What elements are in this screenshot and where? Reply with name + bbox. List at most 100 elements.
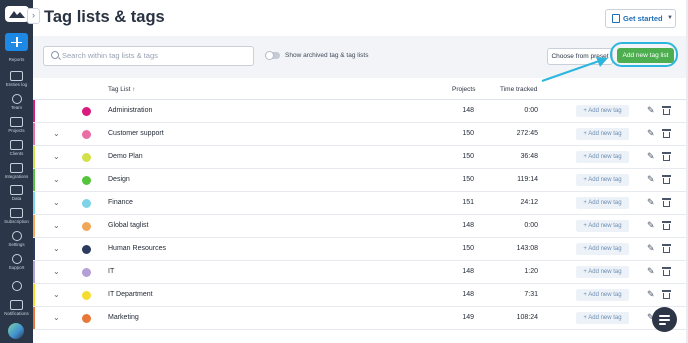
column-header-tag-list[interactable]: Tag List ↑ — [108, 86, 135, 93]
pencil-icon[interactable]: ✎ — [647, 220, 655, 231]
chat-icon-line — [659, 315, 670, 317]
sidebar-item-label: Subscription — [4, 219, 29, 224]
archive-icon[interactable] — [662, 129, 671, 138]
projects-count: 148 — [462, 291, 474, 298]
archive-icon[interactable] — [662, 221, 671, 230]
add-new-tag-button[interactable]: + Add new tag — [576, 312, 629, 324]
pencil-icon[interactable]: ✎ — [647, 197, 655, 208]
tag-color-dot[interactable] — [82, 176, 91, 185]
sidebar-item-settings[interactable]: Settings — [0, 231, 33, 247]
get-started-button[interactable]: Get started ▼ — [605, 9, 676, 28]
add-new-button[interactable] — [5, 33, 28, 51]
tag-list-name[interactable]: Global taglist — [108, 222, 148, 229]
sidebar-item-clients[interactable]: Clients — [0, 140, 33, 156]
table-row[interactable]: ⌄ Finance 151 24:12 + Add new tag ✎ — [33, 192, 688, 215]
table-row[interactable]: ⌄ Global taglist 148 0:00 + Add new tag ✎ — [33, 215, 688, 238]
table-row[interactable]: Administration 148 0:00 + Add new tag ✎ — [33, 100, 688, 123]
chevron-down-icon[interactable]: ⌄ — [53, 221, 60, 230]
table-row[interactable]: ⌄ IT 148 1:20 + Add new tag ✎ — [33, 261, 688, 284]
chevron-down-icon[interactable]: ⌄ — [53, 244, 60, 253]
table-row[interactable]: ⌄ IT Department 148 7:31 + Add new tag ✎ — [33, 284, 688, 307]
add-new-tag-button[interactable]: + Add new tag — [576, 243, 629, 255]
sidebar-item-integrations[interactable]: Integrations — [0, 163, 33, 179]
archive-icon[interactable] — [662, 175, 671, 184]
tag-color-dot[interactable] — [82, 130, 91, 139]
chat-icon-line — [659, 323, 666, 325]
pencil-icon[interactable]: ✎ — [647, 289, 655, 300]
pencil-icon[interactable]: ✎ — [647, 105, 655, 116]
sidebar: Reports Entries log Team Projects Client… — [0, 0, 33, 343]
archive-icon[interactable] — [662, 152, 671, 161]
chat-button[interactable] — [652, 307, 677, 332]
add-new-tag-button[interactable]: + Add new tag — [576, 174, 629, 186]
add-new-tag-button[interactable]: + Add new tag — [576, 151, 629, 163]
add-new-tag-button[interactable]: + Add new tag — [576, 128, 629, 140]
row-color-stripe — [33, 192, 35, 214]
tag-color-dot[interactable] — [82, 222, 91, 231]
tag-color-dot[interactable] — [82, 245, 91, 254]
search-input[interactable] — [62, 48, 247, 63]
tag-color-dot[interactable] — [82, 268, 91, 277]
tag-list-name[interactable]: Administration — [108, 107, 152, 114]
archive-icon[interactable] — [662, 290, 671, 299]
tag-list-name[interactable]: IT — [108, 268, 114, 275]
collapse-sidebar-button[interactable]: › — [27, 8, 40, 24]
sidebar-item-label: Reports — [8, 57, 25, 62]
chevron-down-icon[interactable]: ⌄ — [53, 152, 60, 161]
archive-icon[interactable] — [662, 198, 671, 207]
archive-icon[interactable] — [662, 267, 671, 276]
add-new-tag-button[interactable]: + Add new tag — [576, 197, 629, 209]
table-row[interactable]: ⌄ Demo Plan 150 36:48 + Add new tag ✎ — [33, 146, 688, 169]
sidebar-item-subscription[interactable]: Subscription — [0, 208, 33, 224]
chevron-down-icon[interactable]: ⌄ — [53, 267, 60, 276]
archive-icon[interactable] — [662, 106, 671, 115]
chevron-down-icon[interactable]: ⌄ — [53, 129, 60, 138]
tag-list-name[interactable]: Human Resources — [108, 245, 166, 252]
chevron-down-icon[interactable]: ⌄ — [53, 290, 60, 299]
sliders-icon — [10, 185, 23, 195]
tag-color-dot[interactable] — [82, 153, 91, 162]
sidebar-item-reports[interactable]: Reports — [0, 54, 33, 62]
table-row[interactable]: ⌄ Marketing 149 108:24 + Add new tag ✎ — [33, 307, 688, 330]
sidebar-item-support[interactable]: Support — [0, 254, 33, 270]
tag-list-name[interactable]: Customer support — [108, 130, 164, 137]
table-row[interactable]: ⌄ Design 150 119:14 + Add new tag ✎ — [33, 169, 688, 192]
tag-list-name[interactable]: Demo Plan — [108, 153, 143, 160]
tag-color-dot[interactable] — [82, 107, 91, 116]
tag-color-dot[interactable] — [82, 314, 91, 323]
tag-color-dot[interactable] — [82, 199, 91, 208]
archived-toggle[interactable] — [265, 51, 280, 60]
pencil-icon[interactable]: ✎ — [647, 243, 655, 254]
page-title: Tag lists & tags — [44, 8, 165, 26]
add-new-tag-button[interactable]: + Add new tag — [576, 220, 629, 232]
avatar[interactable] — [8, 323, 24, 339]
sidebar-item-data[interactable]: Data — [0, 185, 33, 201]
add-new-tag-button[interactable]: + Add new tag — [576, 289, 629, 301]
tag-list-name[interactable]: Finance — [108, 199, 133, 206]
sidebar-item-history[interactable] — [0, 281, 33, 291]
chevron-down-icon[interactable]: ⌄ — [53, 198, 60, 207]
app-logo[interactable] — [5, 6, 29, 22]
sidebar-item-team[interactable]: Team — [0, 94, 33, 110]
table-row[interactable]: ⌄ Human Resources 150 143:08 + Add new tag ✎ — [33, 238, 688, 261]
chat-icon-line — [659, 319, 670, 321]
history-icon — [11, 281, 22, 291]
tag-color-dot[interactable] — [82, 291, 91, 300]
sidebar-item-projects[interactable]: Projects — [0, 117, 33, 133]
pencil-icon[interactable]: ✎ — [647, 151, 655, 162]
tag-list-name[interactable]: IT Department — [108, 291, 153, 298]
table-row[interactable]: ⌄ Customer support 150 272:45 + Add new tag ✎ — [33, 123, 688, 146]
archive-icon[interactable] — [662, 244, 671, 253]
pencil-icon[interactable]: ✎ — [647, 128, 655, 139]
pencil-icon[interactable]: ✎ — [647, 174, 655, 185]
sidebar-item-entries-log[interactable]: Entries log — [0, 71, 33, 87]
add-new-tag-button[interactable]: + Add new tag — [576, 105, 629, 117]
sidebar-item-notifications[interactable]: Notifications — [0, 300, 33, 316]
pencil-icon[interactable]: ✎ — [647, 266, 655, 277]
add-new-tag-button[interactable]: + Add new tag — [576, 266, 629, 278]
chevron-down-icon[interactable]: ⌄ — [53, 313, 60, 322]
tag-list-name[interactable]: Marketing — [108, 314, 139, 321]
chevron-down-icon[interactable]: ⌄ — [53, 175, 60, 184]
time-tracked: 272:45 — [516, 130, 538, 137]
tag-list-name[interactable]: Design — [108, 176, 130, 183]
